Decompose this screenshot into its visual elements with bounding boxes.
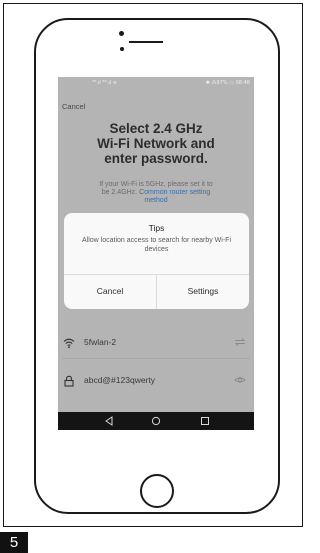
- switch-network-icon[interactable]: [234, 337, 246, 347]
- tips-dialog: Tips Allow location access to search for…: [64, 213, 249, 309]
- title-line-3: enter password.: [104, 151, 208, 166]
- dialog-message: Allow location access to search for near…: [82, 237, 231, 253]
- info-line-1: If your Wi-Fi is 5GHz, please set it to: [99, 181, 213, 188]
- dialog-settings-button[interactable]: Settings: [157, 274, 249, 309]
- page-title: Select 2.4 GHz Wi-Fi Network and enter p…: [58, 121, 254, 166]
- wifi-network-field[interactable]: 5fwlan-2: [58, 333, 254, 353]
- title-line-2: Wi-Fi Network and: [97, 136, 215, 151]
- field-divider: [62, 358, 250, 359]
- header-cancel-button[interactable]: Cancel: [62, 102, 85, 111]
- status-bar: ⁴ᴳ.ıl ⁴ᴳ.ıl ≋ ✱ ⁂97% ▭ 08:48: [58, 77, 254, 89]
- router-setting-link-cont[interactable]: method: [58, 197, 254, 205]
- phone-home-button[interactable]: [140, 474, 174, 508]
- title-line-1: Select 2.4 GHz: [109, 121, 203, 136]
- phone-screen: ⁴ᴳ.ıl ⁴ᴳ.ıl ≋ ✱ ⁂97% ▭ 08:48 Cancel Sele…: [58, 77, 254, 430]
- password-value: abcd@#123qwerty: [84, 375, 156, 385]
- wifi-icon: [63, 338, 75, 349]
- front-camera-icon: [119, 31, 124, 36]
- frequency-info: If your Wi-Fi is 5GHz, please set it to …: [58, 181, 254, 205]
- router-setting-link[interactable]: Common router setting: [139, 189, 210, 196]
- info-line-2: be 2.4GHz. Common router setting: [58, 189, 254, 197]
- eye-icon[interactable]: [234, 375, 246, 385]
- signal-indicators: ⁴ᴳ.ıl ⁴ᴳ.ıl ≋: [92, 80, 117, 86]
- wifi-ssid-value: 5fwlan-2: [84, 337, 117, 347]
- recents-square-icon[interactable]: [199, 415, 211, 427]
- earpiece-speaker: [129, 41, 163, 43]
- sensor-icon: [120, 47, 124, 51]
- info-line-2-prefix: be 2.4GHz.: [101, 189, 140, 196]
- back-triangle-icon[interactable]: [103, 415, 115, 427]
- home-circle-icon[interactable]: [150, 415, 162, 427]
- dialog-cancel-button[interactable]: Cancel: [64, 274, 156, 309]
- dialog-title: Tips: [148, 223, 165, 233]
- status-right: ✱ ⁂97% ▭ 08:48: [205, 80, 250, 86]
- step-number-badge: 5: [0, 532, 28, 553]
- android-nav-bar: [58, 412, 254, 430]
- lock-icon: [64, 375, 74, 387]
- password-field[interactable]: abcd@#123qwerty: [58, 371, 254, 391]
